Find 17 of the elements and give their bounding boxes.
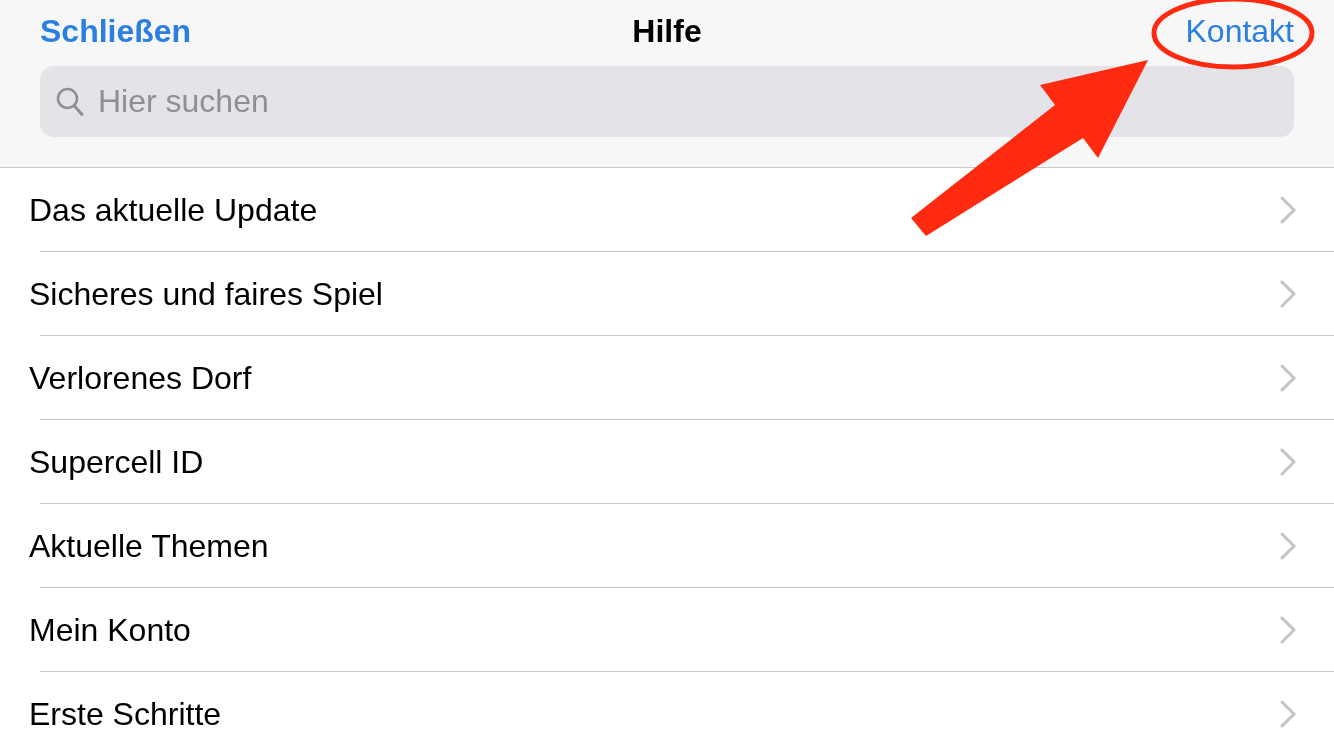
help-list-item[interactable]: Mein Konto <box>0 588 1334 672</box>
chevron-icon <box>1280 700 1296 728</box>
chevron-icon <box>1280 616 1296 644</box>
contact-link[interactable]: Kontakt <box>1185 12 1294 50</box>
page-title: Hilfe <box>632 12 702 50</box>
chevron-icon <box>1280 532 1296 560</box>
close-link[interactable]: Schließen <box>40 12 192 50</box>
chevron-icon <box>1280 448 1296 476</box>
search-field[interactable]: Hier suchen <box>40 66 1294 137</box>
help-list-item[interactable]: Aktuelle Themen <box>0 504 1334 588</box>
chevron-icon <box>1280 280 1296 308</box>
help-list-item[interactable]: Das aktuelle Update <box>0 168 1334 252</box>
help-list-item[interactable]: Verlorenes Dorf <box>0 336 1334 420</box>
help-list-item[interactable]: Supercell ID <box>0 420 1334 504</box>
chevron-icon <box>1280 196 1296 224</box>
chevron-icon <box>1280 364 1296 392</box>
help-list-item[interactable]: Sicheres und faires Spiel <box>0 252 1334 336</box>
